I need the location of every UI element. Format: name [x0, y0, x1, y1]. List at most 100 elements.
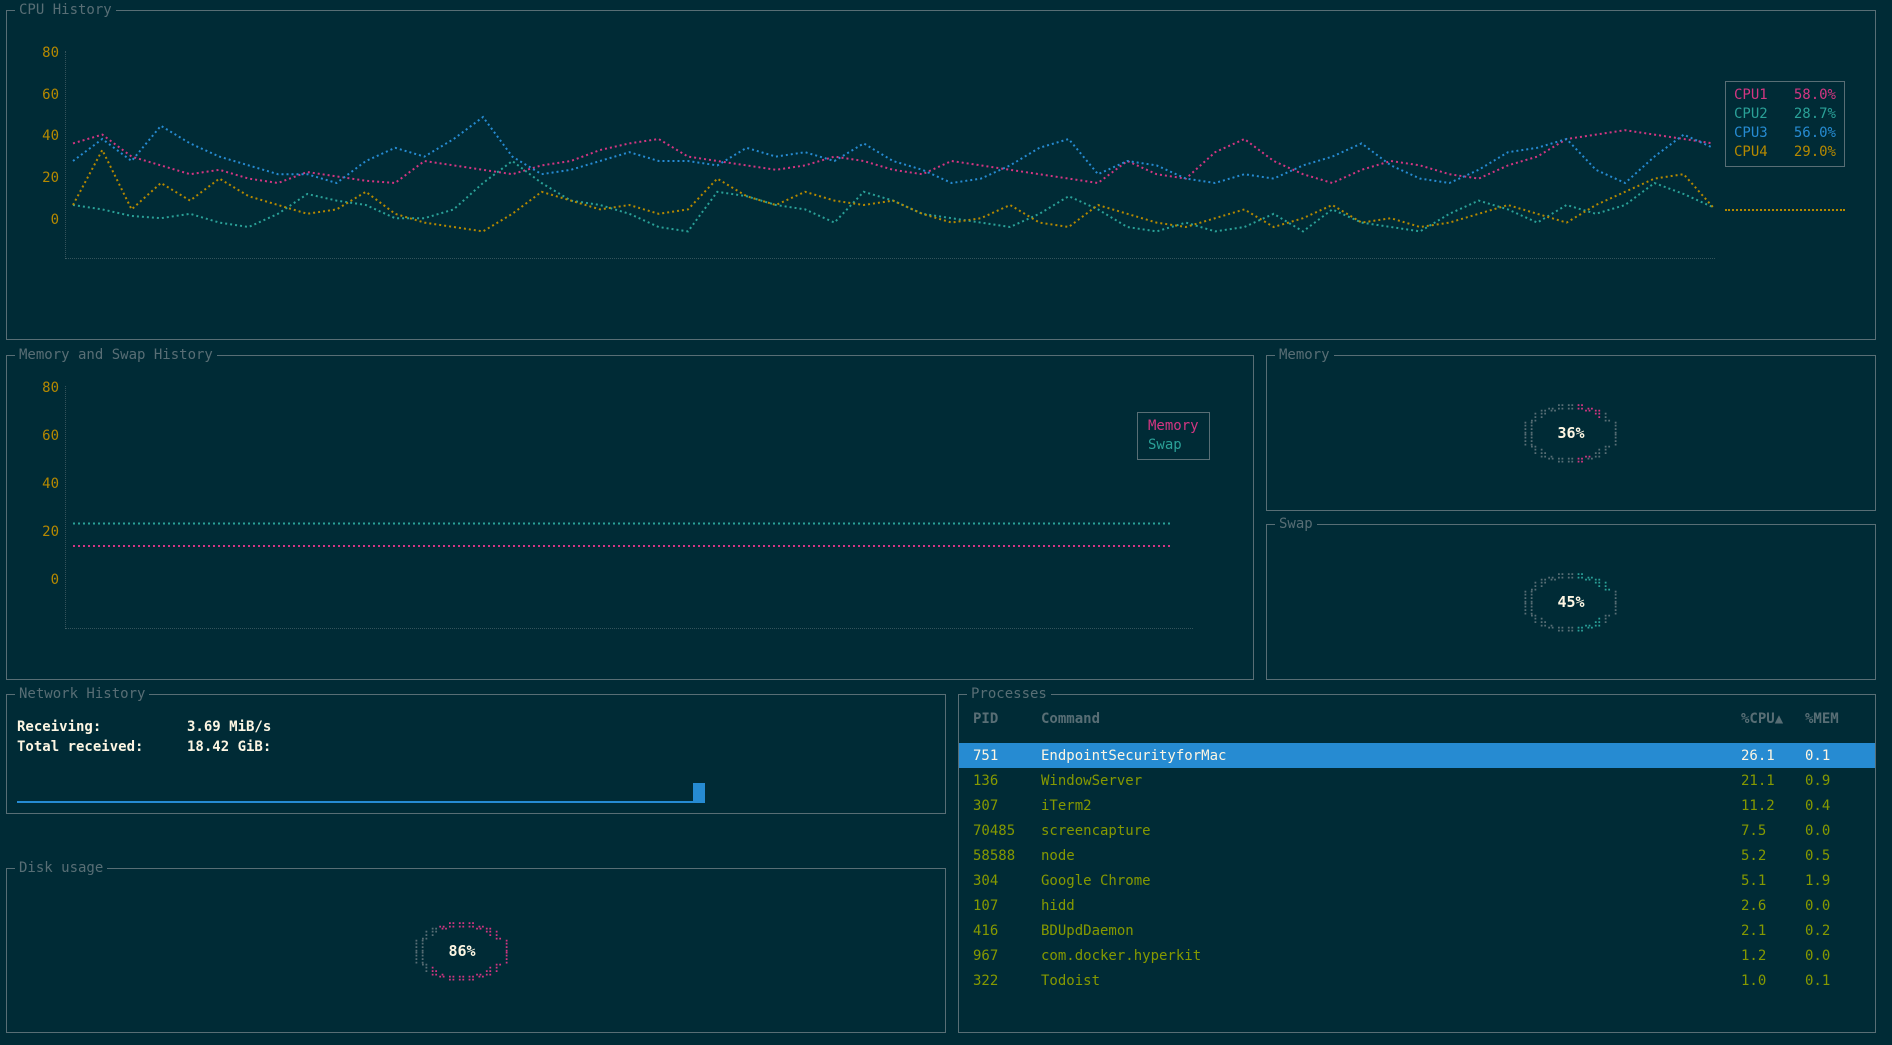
mem-chart-area: [73, 386, 1173, 636]
y-tick: 40: [29, 476, 59, 492]
process-pid: 307: [973, 798, 1041, 814]
legend-value: 56.0%: [1788, 124, 1836, 143]
process-cpu: 2.1: [1741, 923, 1805, 939]
processes-header-cpu[interactable]: %CPU▲: [1741, 711, 1805, 727]
process-cpu: 5.2: [1741, 848, 1805, 864]
process-command: screencapture: [1041, 823, 1741, 839]
chart-series-cpu4: [73, 150, 1713, 231]
network-total-label: Total received:: [17, 737, 187, 757]
y-tick: 20: [29, 170, 59, 186]
chart-series-cpu2: [73, 161, 1713, 231]
processes-title: Processes: [967, 686, 1051, 702]
y-tick: 20: [29, 524, 59, 540]
cpu4-trailing-line: [1725, 209, 1845, 211]
disk-usage-panel: Disk usage ⣀⣤⣤⣤⣀ ⣰⠟⠉ ⠉⠻⣆ ⢸⡇ ⡇ ⢸⡇ ⡇ ⠹⣦⡀ ⣀…: [6, 868, 946, 1033]
y-tick: 40: [29, 128, 59, 144]
process-command: Todoist: [1041, 973, 1741, 989]
process-row[interactable]: 58588node5.20.5: [973, 843, 1861, 868]
cpu-legend: CPU158.0%CPU228.7%CPU356.0%CPU429.0%: [1725, 81, 1845, 167]
memory-gauge-value: 36%: [1557, 424, 1584, 442]
process-pid: 967: [973, 948, 1041, 964]
y-tick: 60: [29, 87, 59, 103]
process-row[interactable]: 70485screencapture7.50.0: [973, 818, 1861, 843]
processes-header-mem[interactable]: %MEM: [1805, 711, 1861, 727]
chart-series-cpu1: [73, 130, 1713, 183]
process-cpu: 26.1: [1741, 748, 1805, 764]
process-mem: 0.4: [1805, 798, 1861, 814]
process-row[interactable]: 304Google Chrome5.11.9: [973, 868, 1861, 893]
processes-body[interactable]: 751EndpointSecurityforMac26.10.1 136Windo…: [973, 743, 1861, 993]
swap-gauge: ⣀⣤⣤⣤⣀ ⣰⠟⠉ ⠉⠻⣆ ⢸⡇ ⡇ ⢸⡇ ⡇ ⠹⣦⡀ ⣀⣴⠏ ⠉⠛⠛⠛⠉ 45…: [1519, 566, 1623, 638]
disk-gauge: ⣀⣤⣤⣤⣀ ⣰⠟⠉ ⠉⠻⣆ ⢸⡇ ⡇ ⢸⡇ ⡇ ⠹⣦⡀ ⣀⣴⠏ ⠉⠛⠛⠛⠉ 86…: [410, 915, 514, 987]
processes-header-pid[interactable]: PID: [973, 711, 1041, 727]
legend-row-cpu4: CPU429.0%: [1734, 143, 1836, 162]
swap-gauge-title: Swap: [1275, 516, 1317, 532]
process-row[interactable]: 416BDUpdDaemon2.10.2: [973, 918, 1861, 943]
y-tick: 0: [29, 212, 59, 228]
process-cpu: 1.2: [1741, 948, 1805, 964]
process-row[interactable]: 307iTerm211.20.4: [973, 793, 1861, 818]
legend-row-memory: Memory: [1148, 417, 1199, 436]
process-command: EndpointSecurityforMac: [1041, 748, 1741, 764]
cpu-axis-vertical: [65, 51, 66, 259]
network-receiving-value: 3.69 MiB/s: [187, 717, 271, 737]
process-mem: 0.0: [1805, 948, 1861, 964]
process-row[interactable]: 751EndpointSecurityforMac26.10.1: [959, 743, 1875, 768]
process-row[interactable]: 322Todoist1.00.1: [973, 968, 1861, 993]
network-sparkline: [17, 789, 705, 803]
swap-gauge-value: 45%: [1557, 593, 1584, 611]
processes-header[interactable]: PID Command %CPU▲ %MEM: [973, 711, 1861, 727]
process-pid: 70485: [973, 823, 1041, 839]
legend-row-cpu2: CPU228.7%: [1734, 105, 1836, 124]
process-cpu: 1.0: [1741, 973, 1805, 989]
process-cpu: 21.1: [1741, 773, 1805, 789]
process-command: com.docker.hyperkit: [1041, 948, 1741, 964]
process-pid: 107: [973, 898, 1041, 914]
disk-gauge-value: 86%: [448, 942, 475, 960]
process-row[interactable]: 967com.docker.hyperkit1.20.0: [973, 943, 1861, 968]
process-mem: 0.5: [1805, 848, 1861, 864]
memory-swap-history-panel: Memory and Swap History 806040200 Memory…: [6, 355, 1254, 680]
cpu-y-axis: 806040200: [33, 51, 63, 271]
process-pid: 751: [973, 748, 1041, 764]
process-mem: 0.1: [1805, 748, 1861, 764]
network-history-title: Network History: [15, 686, 149, 702]
network-text: Receiving: 3.69 MiB/s Total received: 18…: [17, 717, 271, 757]
process-command: node: [1041, 848, 1741, 864]
legend-value: 29.0%: [1788, 143, 1836, 162]
process-row[interactable]: 136WindowServer21.10.9: [973, 768, 1861, 793]
process-pid: 322: [973, 973, 1041, 989]
network-receiving-label: Receiving:: [17, 717, 187, 737]
process-command: Google Chrome: [1041, 873, 1741, 889]
network-sparkline-spike: [693, 783, 705, 801]
memory-gauge: ⣀⣤⣤⣤⣀ ⣰⠟⠉ ⠉⠻⣆ ⢸⡇ ⡇ ⢸⡇ ⡇ ⠹⣦⡀ ⣀⣴⠏ ⠉⠛⠛⠛⠉ 36…: [1519, 397, 1623, 469]
legend-row-swap: Swap: [1148, 436, 1199, 455]
swap-gauge-panel: Swap ⣀⣤⣤⣤⣀ ⣰⠟⠉ ⠉⠻⣆ ⢸⡇ ⡇ ⢸⡇ ⡇ ⠹⣦⡀ ⣀⣴⠏ ⠉⠛⠛…: [1266, 524, 1876, 680]
process-cpu: 2.6: [1741, 898, 1805, 914]
process-pid: 416: [973, 923, 1041, 939]
processes-header-command[interactable]: Command: [1041, 711, 1741, 727]
mem-legend: MemorySwap: [1137, 412, 1210, 460]
process-pid: 136: [973, 773, 1041, 789]
memory-swap-history-title: Memory and Swap History: [15, 347, 217, 363]
process-cpu: 5.1: [1741, 873, 1805, 889]
network-history-panel: Network History Receiving: 3.69 MiB/s To…: [6, 694, 946, 814]
process-command: iTerm2: [1041, 798, 1741, 814]
memory-gauge-panel: Memory ⣀⣤⣤⣤⣀ ⣰⠟⠉ ⠉⠻⣆ ⢸⡇ ⡇ ⢸⡇ ⡇ ⠹⣦⡀ ⣀⣴⠏ ⠉…: [1266, 355, 1876, 511]
legend-name: CPU2: [1734, 105, 1774, 124]
process-cpu: 11.2: [1741, 798, 1805, 814]
process-pid: 304: [973, 873, 1041, 889]
processes-panel: Processes PID Command %CPU▲ %MEM 751Endp…: [958, 694, 1876, 1033]
process-mem: 0.9: [1805, 773, 1861, 789]
mem-y-axis: 806040200: [33, 386, 63, 636]
y-tick: 80: [29, 45, 59, 61]
disk-usage-title: Disk usage: [15, 860, 107, 876]
process-row[interactable]: 107hidd2.60.0: [973, 893, 1861, 918]
legend-row-cpu1: CPU158.0%: [1734, 86, 1836, 105]
process-pid: 58588: [973, 848, 1041, 864]
cpu-history-title: CPU History: [15, 2, 116, 18]
process-mem: 0.2: [1805, 923, 1861, 939]
process-mem: 1.9: [1805, 873, 1861, 889]
legend-row-cpu3: CPU356.0%: [1734, 124, 1836, 143]
network-total-value: 18.42 GiB:: [187, 737, 271, 757]
